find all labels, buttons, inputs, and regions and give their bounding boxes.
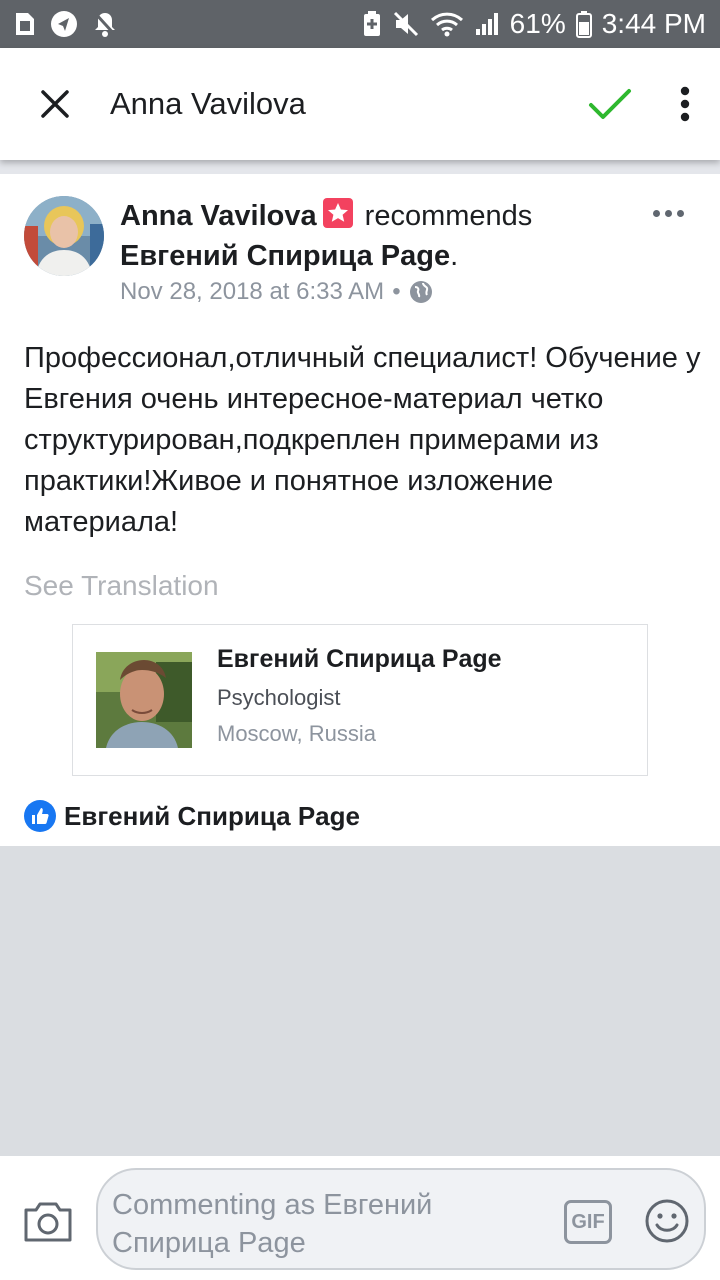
recommendation-star-icon (322, 198, 353, 228)
confirm-button[interactable] (570, 48, 650, 160)
page-card-location: Moscow, Russia (217, 721, 376, 746)
see-translation-link[interactable]: See Translation (24, 570, 219, 602)
navigation-icon (50, 10, 78, 38)
page-card[interactable]: Евгений Спирица Page Psychologist Moscow… (72, 624, 648, 776)
more-horizontal-icon (652, 209, 660, 217)
wifi-icon (430, 11, 464, 37)
camera-icon (24, 1202, 72, 1242)
battery-icon (575, 10, 592, 38)
empty-comments-area (0, 846, 720, 1156)
timestamp[interactable]: Nov 28, 2018 at 6:33 AM (120, 278, 384, 306)
recommender-name[interactable]: Евгений Спирица Page (64, 801, 360, 832)
divider (0, 160, 720, 174)
post-meta: Nov 28, 2018 at 6:33 AM • (120, 278, 433, 306)
page-title: Anna Vavilova (110, 86, 306, 121)
emoji-button[interactable] (644, 1198, 690, 1244)
post-header: Anna Vavilova recommends Евгений Спирица … (120, 196, 640, 276)
page-card-category: Psychologist (217, 685, 341, 710)
header-punctuation: . (450, 240, 459, 272)
post: Anna Vavilova recommends Евгений Спирица … (0, 174, 720, 846)
emoji-icon (645, 1199, 689, 1243)
notifications-off-icon (92, 10, 118, 38)
globe-icon (409, 281, 432, 303)
signal-icon (474, 11, 500, 37)
close-button[interactable] (0, 48, 110, 160)
close-icon (41, 90, 69, 118)
clock: 3:44 PM (601, 8, 706, 39)
author-name[interactable]: Anna Vavilova (120, 200, 317, 232)
post-options-button[interactable] (640, 198, 696, 228)
comment-input[interactable]: Commenting as Евгений Спирица Page GIF (96, 1168, 706, 1270)
more-vertical-icon (680, 86, 690, 122)
like-icon (24, 800, 56, 832)
page-link[interactable]: Евгений Спирица Page (120, 240, 450, 272)
comment-placeholder: Commenting as Евгений Спирица Page (112, 1189, 433, 1259)
post-body: Профессионал,отличный специалист! Обучен… (24, 342, 701, 538)
mute-icon (392, 10, 420, 38)
status-icons-left (14, 10, 118, 38)
page-card-name: Евгений Спирица Page (217, 645, 502, 673)
status-bar: 61% 3:44 PM (0, 0, 720, 48)
status-icons-right: 61% 3:44 PM (362, 8, 706, 40)
app-bar: Anna Vavilova (0, 48, 720, 160)
gif-button[interactable]: GIF (564, 1200, 612, 1244)
avatar[interactable] (24, 196, 104, 276)
recommender-line: Евгений Спирица Page (24, 800, 360, 832)
action-text: recommends (364, 200, 533, 232)
battery-percent: 61% (509, 8, 566, 39)
meta-separator: • (392, 278, 401, 305)
sim-card-icon (14, 11, 36, 37)
page-photo (96, 652, 192, 748)
battery-saver-icon (362, 10, 382, 38)
comment-composer: Commenting as Евгений Спирица Page GIF (0, 1156, 720, 1280)
more-options-button[interactable] (650, 48, 720, 160)
camera-button[interactable] (22, 1200, 74, 1244)
checkmark-icon (589, 89, 631, 119)
